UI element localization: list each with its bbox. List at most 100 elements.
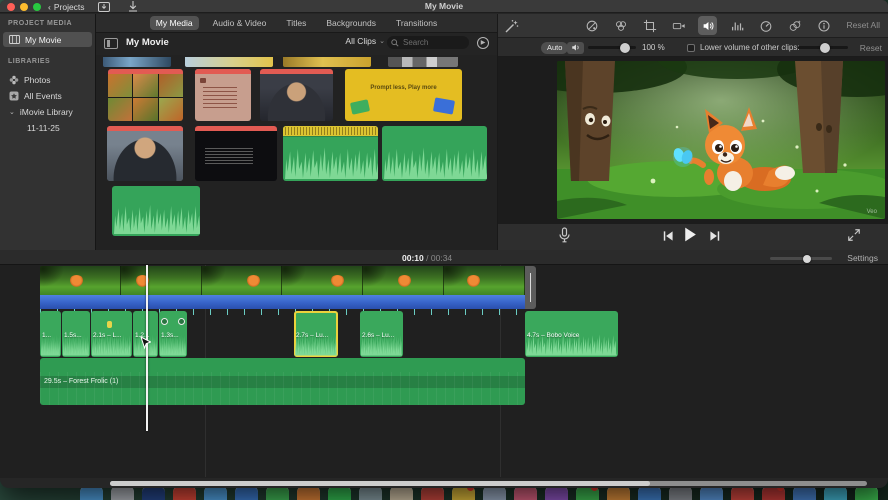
dock-app-icon[interactable] <box>142 486 165 500</box>
filmstrip-play-icon[interactable]: ▶ <box>477 37 489 49</box>
play-icon <box>685 227 696 242</box>
mute-button[interactable] <box>567 41 584 54</box>
play-button[interactable] <box>681 226 698 243</box>
speed-button[interactable] <box>756 16 775 35</box>
crop-icon <box>643 19 656 32</box>
voiceover-record-button[interactable] <box>558 227 571 243</box>
auto-volume-button[interactable]: Auto <box>541 41 569 54</box>
audio-clip-selected[interactable]: 2.7s – Lu... <box>294 311 338 357</box>
clip-filter-effects-button[interactable] <box>785 16 804 35</box>
volume-slider[interactable] <box>588 42 636 53</box>
dock-app-icon[interactable] <box>173 486 196 500</box>
desktop: ‹ Projects My Movie PROJECT MEDIA My Mov… <box>0 0 888 500</box>
dock-app-icon[interactable] <box>111 486 134 500</box>
clip-trim-handle[interactable] <box>525 266 536 309</box>
timeline-zoom-knob[interactable] <box>803 254 811 263</box>
color-correction-icon <box>615 20 626 31</box>
dock-app-icon[interactable] <box>669 486 692 500</box>
media-thumb-video[interactable] <box>195 126 277 181</box>
dock-app-icon[interactable] <box>762 486 785 500</box>
dock-app-icon[interactable] <box>452 486 475 500</box>
search-input[interactable] <box>403 36 465 49</box>
media-tab[interactable]: Transitions <box>390 16 443 30</box>
dock-app-icon[interactable] <box>514 486 537 500</box>
media-tab[interactable]: My Media <box>149 16 199 30</box>
audio-clip[interactable]: 4.7s – Bobo Voice <box>525 311 618 357</box>
volume-slider-knob[interactable] <box>620 42 630 53</box>
dock-app-icon[interactable] <box>638 486 661 500</box>
audio-clip[interactable]: 1.3s... <box>159 311 187 357</box>
reset-button[interactable]: Reset <box>860 43 882 53</box>
scrollbar-thumb[interactable] <box>110 481 650 486</box>
dock-app-icon[interactable] <box>855 486 878 500</box>
media-tab[interactable]: Backgrounds <box>320 16 382 30</box>
media-thumb-audio[interactable] <box>382 126 487 181</box>
media-thumb-video[interactable] <box>195 69 251 121</box>
timeline-horizontal-scrollbar[interactable] <box>110 481 867 486</box>
media-thumb-video[interactable] <box>108 69 183 121</box>
audio-clip[interactable]: 2.1s – L... <box>91 311 132 357</box>
stabilization-button[interactable] <box>669 16 688 35</box>
dock-app-icon[interactable] <box>731 486 754 500</box>
sidebar-item-all-events[interactable]: All Events <box>3 88 92 103</box>
sidebar-item-event[interactable]: 11-11-25 <box>3 120 92 135</box>
media-thumb-partial[interactable] <box>103 57 171 67</box>
dock-app-icon[interactable] <box>824 486 847 500</box>
media-thumb-video[interactable] <box>260 69 333 121</box>
dock-app-icon[interactable] <box>700 486 723 500</box>
volume-button[interactable] <box>698 16 717 35</box>
sidebar-item-imovie-library[interactable]: ⌄ iMovie Library <box>3 104 92 119</box>
media-thumb-audio[interactable] <box>112 186 200 236</box>
audio-clip[interactable]: 1... <box>40 311 61 357</box>
fullscreen-button[interactable] <box>847 228 861 242</box>
media-thumb-partial[interactable] <box>388 57 458 67</box>
video-clip-filmstrip[interactable] <box>40 266 525 295</box>
media-tab[interactable]: Titles <box>280 16 312 30</box>
media-thumb-video[interactable] <box>107 126 183 181</box>
color-correction-button[interactable] <box>611 16 630 35</box>
color-balance-button[interactable] <box>582 16 601 35</box>
crop-button[interactable] <box>640 16 659 35</box>
timeline-zoom-slider[interactable] <box>770 254 832 263</box>
dock-app-icon[interactable] <box>266 486 289 500</box>
clip-filter-dropdown[interactable]: All Clips ⌄ <box>345 36 385 46</box>
dock-app-icon[interactable] <box>297 486 320 500</box>
dock-app-icon[interactable] <box>204 486 227 500</box>
dock-app-icon[interactable] <box>545 486 568 500</box>
dock-app-icon[interactable] <box>576 486 599 500</box>
dock-app-icon[interactable] <box>80 486 103 500</box>
toggle-sidebar-button[interactable] <box>104 38 118 49</box>
ducking-slider-knob[interactable] <box>820 42 830 53</box>
audio-clip[interactable]: 2.6s – Lu... <box>360 311 403 357</box>
media-thumb-audio[interactable] <box>283 126 378 181</box>
timeline-settings-button[interactable]: Settings <box>847 253 878 263</box>
tree-with-face <box>565 61 615 181</box>
media-thumb-partial[interactable] <box>283 57 371 67</box>
background-music-clip[interactable]: 29.5s – Forest Frolic (1) <box>40 358 525 405</box>
skip-to-end-button[interactable] <box>709 230 722 242</box>
dock-app-icon[interactable] <box>235 486 258 500</box>
dock-app-icon[interactable] <box>483 486 506 500</box>
sidebar-item-photos[interactable]: Photos <box>3 72 92 87</box>
skip-to-start-button[interactable] <box>661 230 674 242</box>
dock-app-icon[interactable] <box>793 486 816 500</box>
enhance-button[interactable] <box>504 18 522 34</box>
dock-app-icon[interactable] <box>390 486 413 500</box>
reset-all-button[interactable]: Reset All <box>846 20 880 30</box>
media-tab[interactable]: Audio & Video <box>207 16 273 30</box>
dock-app-icon[interactable] <box>421 486 444 500</box>
media-thumb-partial[interactable] <box>185 57 273 67</box>
dock-app-icon[interactable] <box>328 486 351 500</box>
effect-badge-icon <box>178 318 185 325</box>
sidebar-item-my-movie[interactable]: My Movie <box>3 32 92 47</box>
ducking-slider[interactable] <box>798 42 848 53</box>
lower-volume-checkbox[interactable] <box>687 43 695 52</box>
dock-app-icon[interactable] <box>607 486 630 500</box>
noise-eq-button[interactable] <box>727 16 746 35</box>
audio-clip[interactable]: 1.5s... <box>62 311 90 357</box>
clip-info-button[interactable] <box>814 16 833 35</box>
video-audio-track[interactable] <box>40 295 525 309</box>
media-thumb-video[interactable]: Prompt less, Play more <box>345 69 462 121</box>
dock-app-icon[interactable] <box>359 486 382 500</box>
media-browser: My Media Audio & Video Titles Backgrounds Tr… <box>96 14 497 250</box>
